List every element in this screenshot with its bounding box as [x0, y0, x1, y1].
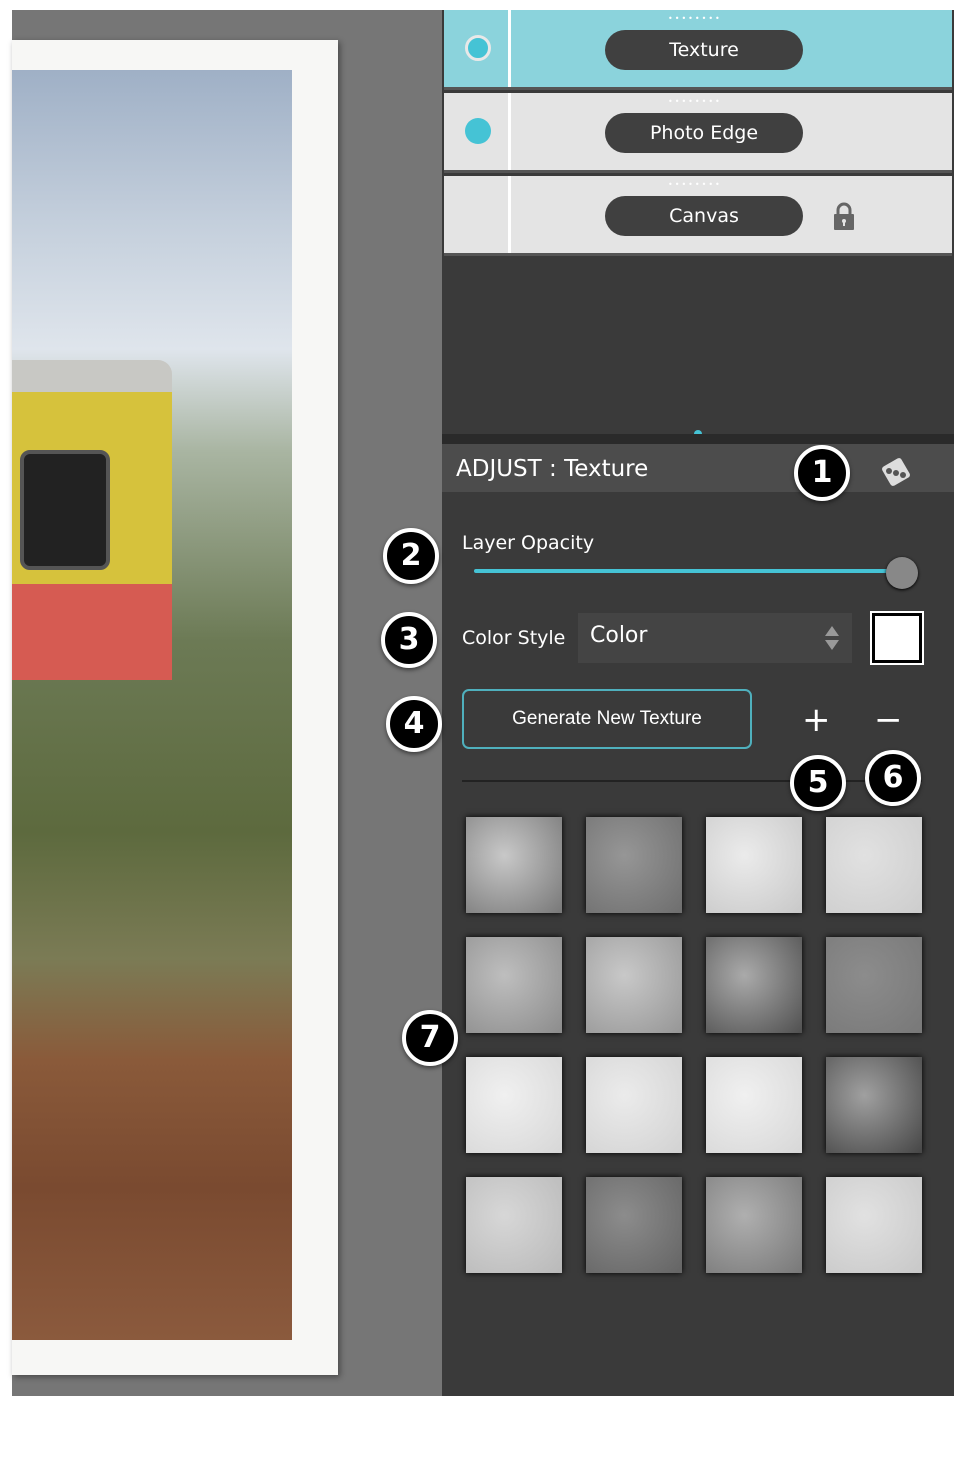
- texture-thumbnail[interactable]: [586, 817, 682, 913]
- color-style-label: Color Style: [462, 627, 566, 649]
- texture-thumbnail[interactable]: [466, 937, 562, 1033]
- drag-handle-icon[interactable]: ••••••••: [668, 14, 722, 23]
- photo-preview: [12, 70, 292, 1340]
- texture-thumbnail[interactable]: [466, 817, 562, 913]
- callout-marker: 1: [794, 445, 850, 501]
- texture-thumbnail[interactable]: [706, 937, 802, 1033]
- texture-thumbnail[interactable]: [706, 817, 802, 913]
- canvas-area: [12, 10, 442, 1396]
- texture-thumbnail[interactable]: [706, 1057, 802, 1153]
- canvas-paper: [12, 40, 338, 1375]
- texture-thumbnail[interactable]: [826, 937, 922, 1033]
- callout-marker: 7: [402, 1010, 458, 1066]
- opacity-slider-thumb[interactable]: [886, 557, 918, 589]
- layer-canvas[interactable]: •••••••• Canvas: [444, 176, 952, 256]
- callout-marker: 5: [790, 755, 846, 811]
- texture-thumbnail[interactable]: [466, 1057, 562, 1153]
- color-swatch[interactable]: [870, 611, 924, 665]
- remove-texture-button[interactable]: −: [874, 703, 903, 737]
- layer-opacity-label: Layer Opacity: [462, 532, 595, 554]
- photo-train-window: [20, 450, 110, 570]
- callout-marker: 3: [381, 612, 437, 668]
- callout-marker: 2: [383, 528, 439, 584]
- texture-thumbnail[interactable]: [826, 817, 922, 913]
- divider: [508, 176, 511, 253]
- opacity-slider-track[interactable]: [474, 569, 904, 573]
- stepper-arrows-icon: [825, 626, 839, 650]
- texture-thumbnail[interactable]: [586, 937, 682, 1033]
- visibility-toggle[interactable]: [465, 118, 491, 144]
- divider: [462, 780, 922, 782]
- texture-thumbnail[interactable]: [826, 1057, 922, 1153]
- dice-icon[interactable]: [878, 454, 914, 490]
- layer-photo-edge[interactable]: •••••••• Photo Edge: [444, 93, 952, 173]
- layer-name[interactable]: Canvas: [605, 196, 803, 236]
- adjust-title: ADJUST : Texture: [456, 456, 649, 482]
- texture-thumbnail[interactable]: [466, 1177, 562, 1273]
- generate-texture-button[interactable]: Generate New Texture: [462, 689, 752, 749]
- drag-handle-icon[interactable]: ••••••••: [668, 97, 722, 106]
- drag-handle-icon[interactable]: ••••••••: [668, 180, 722, 189]
- callout-marker: 4: [386, 696, 442, 752]
- layer-name[interactable]: Photo Edge: [605, 113, 803, 153]
- color-style-select[interactable]: Color: [578, 613, 852, 663]
- adjust-header: ADJUST : Texture: [442, 434, 954, 492]
- visibility-toggle[interactable]: [465, 35, 491, 61]
- divider: [508, 93, 511, 170]
- divider: [508, 10, 511, 87]
- add-texture-button[interactable]: +: [802, 703, 831, 737]
- color-style-value: Color: [590, 623, 648, 648]
- side-panel: •••••••• Texture •••••••• Photo Edge •••…: [442, 10, 954, 1396]
- layer-name[interactable]: Texture: [605, 30, 803, 70]
- texture-thumbnail[interactable]: [706, 1177, 802, 1273]
- texture-thumbnail[interactable]: [826, 1177, 922, 1273]
- callout-marker: 6: [865, 750, 921, 806]
- texture-thumbnail[interactable]: [586, 1177, 682, 1273]
- lock-icon[interactable]: [832, 202, 856, 230]
- layer-texture[interactable]: •••••••• Texture: [444, 10, 952, 90]
- texture-thumbnail[interactable]: [586, 1057, 682, 1153]
